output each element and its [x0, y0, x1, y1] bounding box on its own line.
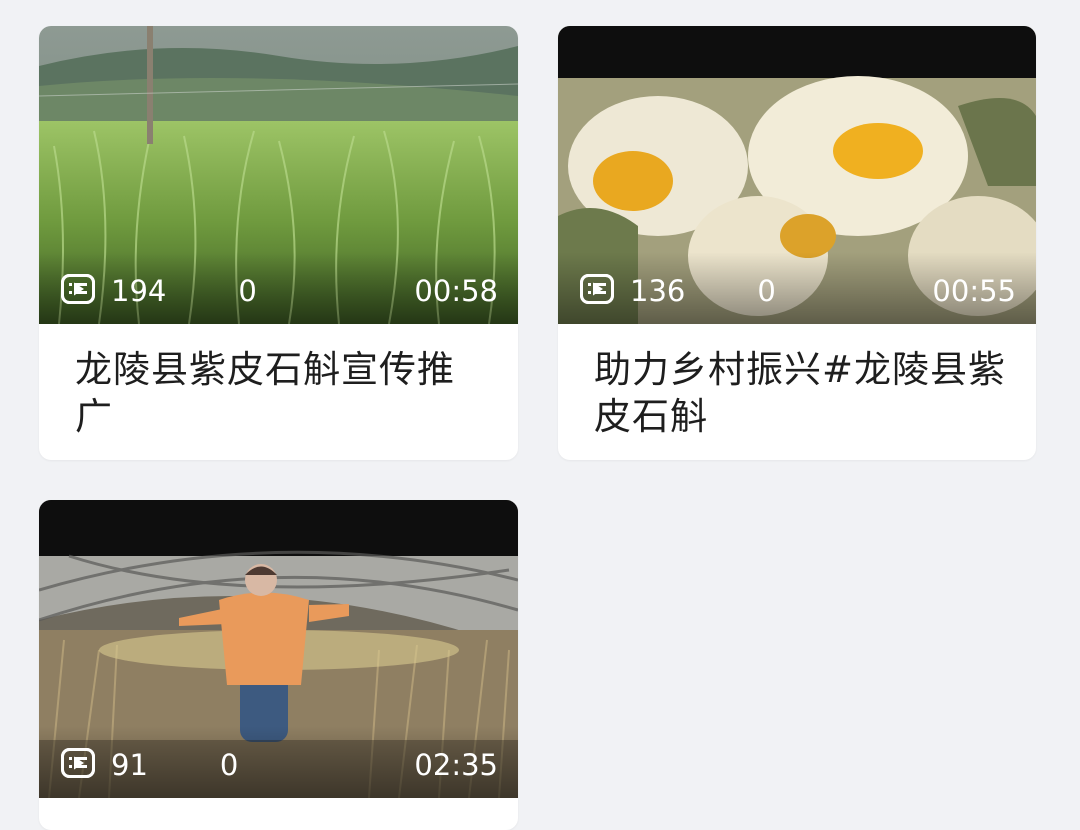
video-thumbnail[interactable]: 91 0 02:35 — [39, 500, 518, 798]
video-title[interactable]: 助力乡村振兴#龙陵县紫皮石斛 — [594, 346, 1006, 440]
video-stats: 136 0 — [580, 274, 798, 308]
play-count: 194 — [111, 274, 167, 308]
comment-list-icon — [61, 748, 204, 780]
comment-count: 0 — [238, 274, 257, 308]
comment-list-icon — [61, 274, 222, 306]
video-duration: 00:55 — [932, 274, 1016, 308]
video-duration: 02:35 — [414, 748, 498, 782]
video-title[interactable]: 龙陵县紫皮石斛宣传推广 — [75, 346, 488, 440]
play-count: 91 — [111, 748, 148, 782]
video-stats: 91 0 — [61, 748, 260, 782]
video-card[interactable]: 136 0 00:55 助力乡村振兴#龙陵县紫皮石斛 — [558, 26, 1036, 460]
video-stats: 194 0 — [61, 274, 279, 308]
video-card[interactable]: 194 0 00:58 龙陵县紫皮石斛宣传推广 — [39, 26, 518, 460]
video-thumbnail[interactable]: 136 0 00:55 — [558, 26, 1036, 324]
comment-count: 0 — [219, 748, 239, 782]
video-thumbnail[interactable]: 194 0 00:58 — [39, 26, 518, 324]
video-card[interactable]: 91 0 02:35 — [39, 500, 518, 830]
comment-list-icon — [580, 274, 741, 306]
comment-count: 0 — [757, 274, 776, 308]
play-count: 136 — [630, 274, 686, 308]
video-duration: 00:58 — [414, 274, 498, 308]
